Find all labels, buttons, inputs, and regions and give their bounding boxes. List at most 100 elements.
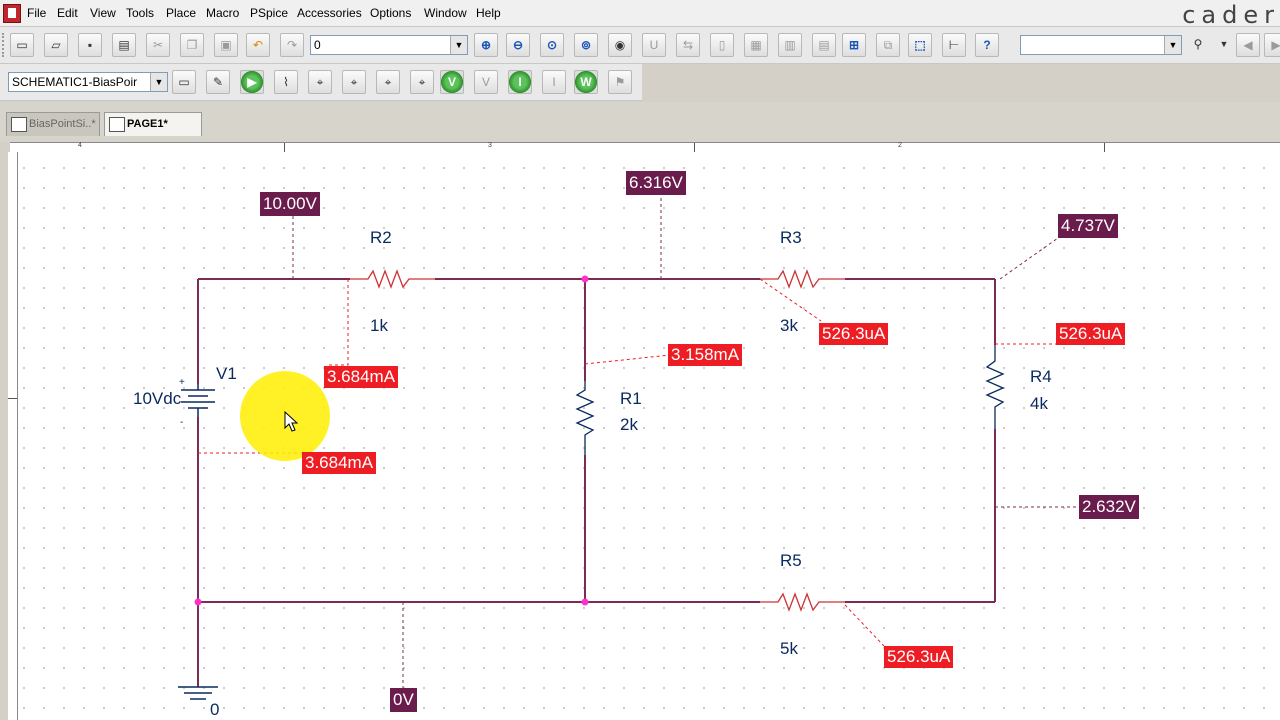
menu-tools[interactable]: Tools <box>126 6 154 20</box>
bias-voltage-display-icon[interactable]: V <box>440 70 464 94</box>
menu-options[interactable]: Options <box>370 6 411 20</box>
current-probe-r4[interactable]: 526.3uA <box>1056 323 1126 345</box>
menu-help[interactable]: Help <box>476 6 501 20</box>
voltage-probe-r4-top[interactable]: 4.737V <box>1058 214 1118 238</box>
r3-value[interactable]: 3k <box>780 316 798 336</box>
current-probe-r1[interactable]: 3.158mA <box>668 344 743 366</box>
back-annotate-icon[interactable]: ⇆ <box>676 33 700 57</box>
r1-reference[interactable]: R1 <box>620 389 642 409</box>
schematic-drawing[interactable] <box>18 153 1280 720</box>
netlist-icon[interactable]: ▦ <box>744 33 768 57</box>
edit-profile-icon[interactable]: ✎ <box>206 70 230 94</box>
app-icon[interactable] <box>3 4 21 23</box>
find-combo[interactable]: ▼ <box>1020 35 1182 55</box>
current-probe-r3[interactable]: 526.3uA <box>819 323 889 345</box>
resistor-r4-symbol[interactable] <box>985 345 1005 429</box>
zoom-out-icon[interactable]: ⊖ <box>506 33 530 57</box>
new-document-icon[interactable]: ▭ <box>10 33 34 57</box>
voltage-probe-mid[interactable]: 6.316V <box>626 171 686 195</box>
r2-value[interactable]: 1k <box>370 316 388 336</box>
area-select-icon[interactable]: ⧉ <box>876 33 900 57</box>
nav-forward-icon[interactable]: ▶ <box>1264 33 1280 57</box>
menu-view[interactable]: View <box>90 6 116 20</box>
resistor-r1-symbol[interactable] <box>575 381 595 455</box>
menu-place[interactable]: Place <box>166 6 196 20</box>
menu-edit[interactable]: Edit <box>57 6 78 20</box>
view-results-icon[interactable]: ⌇ <box>274 70 298 94</box>
v1-reference[interactable]: V1 <box>216 364 237 384</box>
hierarchy-icon[interactable]: ⊢ <box>942 33 966 57</box>
current-marker-icon[interactable]: ⌖ <box>376 70 400 94</box>
voltage-probe-ground[interactable]: 0V <box>390 688 417 712</box>
drag-connected-icon[interactable]: ⬚ <box>908 33 932 57</box>
r5-reference[interactable]: R5 <box>780 551 802 571</box>
bill-of-materials-icon[interactable]: ▤ <box>812 33 836 57</box>
current-probe-v1[interactable]: 3.684mA <box>302 452 377 474</box>
zoom-area-icon[interactable]: ⊙ <box>540 33 564 57</box>
v1-value[interactable]: 10Vdc <box>133 389 181 409</box>
cut-icon[interactable]: ✂ <box>146 33 170 57</box>
current-toggle-icon[interactable]: I <box>542 70 566 94</box>
undo-icon[interactable]: ↶ <box>246 33 270 57</box>
ground-label[interactable]: 0 <box>210 700 219 720</box>
voltage-probe-source[interactable]: 10.00V <box>260 192 320 216</box>
chevron-down-icon[interactable]: ▼ <box>1212 33 1236 57</box>
voltage-probe-r4-bottom[interactable]: 2.632V <box>1079 495 1139 519</box>
snap-grid-icon[interactable]: ⊞ <box>842 33 866 57</box>
r5-value[interactable]: 5k <box>780 639 798 659</box>
copy-icon[interactable]: ❐ <box>180 33 204 57</box>
r1-value[interactable]: 2k <box>620 415 638 435</box>
ruler-tick <box>8 398 17 399</box>
resistor-r2-symbol[interactable] <box>350 269 435 289</box>
r2-reference[interactable]: R2 <box>370 228 392 248</box>
drc-icon[interactable]: ▯ <box>710 33 734 57</box>
resistor-r3-symbol[interactable] <box>760 269 845 289</box>
power-toggle-icon[interactable]: ⚑ <box>608 70 632 94</box>
menu-file[interactable]: File <box>27 6 46 20</box>
chevron-down-icon[interactable]: ▼ <box>450 36 467 54</box>
annotate-icon[interactable]: U <box>642 33 666 57</box>
voltage-toggle-icon[interactable]: V <box>474 70 498 94</box>
menu-macro[interactable]: Macro <box>206 6 239 20</box>
simulation-profile-combo[interactable]: SCHEMATIC1-BiasPoir ▼ <box>8 72 168 92</box>
r3-reference[interactable]: R3 <box>780 228 802 248</box>
r4-value[interactable]: 4k <box>1030 394 1048 414</box>
chevron-down-icon[interactable]: ▼ <box>1164 36 1181 54</box>
redo-icon[interactable]: ↷ <box>280 33 304 57</box>
v1-minus-sign: - <box>180 417 184 428</box>
part-search-combo[interactable]: 0 ▼ <box>310 35 468 55</box>
menu-window[interactable]: Window <box>424 6 467 20</box>
chevron-down-icon[interactable]: ▼ <box>150 73 167 91</box>
paste-icon[interactable]: ▣ <box>214 33 238 57</box>
binoculars-icon[interactable]: ⚲ <box>1186 33 1210 57</box>
resistor-r5-symbol[interactable] <box>760 592 845 612</box>
nav-back-icon[interactable]: ◀ <box>1236 33 1260 57</box>
battery-v1-symbol[interactable] <box>181 384 215 417</box>
current-probe-r2[interactable]: 3.684mA <box>324 366 399 388</box>
zoom-in-icon[interactable]: ⊕ <box>474 33 498 57</box>
print-icon[interactable]: ▤ <box>112 33 136 57</box>
r4-reference[interactable]: R4 <box>1030 367 1052 387</box>
bias-current-display-icon[interactable]: I <box>508 70 532 94</box>
menu-accessories[interactable]: Accessories <box>297 6 362 20</box>
voltage-diff-marker-icon[interactable]: ⌖ <box>342 70 366 94</box>
open-folder-icon[interactable]: ▱ <box>44 33 68 57</box>
eye-icon[interactable]: ◉ <box>608 33 632 57</box>
zoom-fit-icon[interactable]: ⊚ <box>574 33 598 57</box>
tab-bias-point-project[interactable]: BiasPointSi..* <box>6 112 100 136</box>
new-profile-icon[interactable]: ▭ <box>172 70 196 94</box>
schematic-canvas[interactable]: R2 1k R3 3k R1 2k R4 4k R5 5k V1 10Vdc +… <box>18 153 1280 720</box>
power-marker-icon[interactable]: ⌖ <box>410 70 434 94</box>
menu-pspice[interactable]: PSpice <box>250 6 288 20</box>
ground-symbol[interactable] <box>178 686 218 700</box>
cross-reference-icon[interactable]: ▥ <box>778 33 802 57</box>
voltage-marker-icon[interactable]: ⌖ <box>308 70 332 94</box>
run-simulation-icon[interactable]: ▶ <box>240 70 264 94</box>
bias-power-display-icon[interactable]: W <box>574 70 598 94</box>
tab-page1[interactable]: PAGE1* <box>104 112 202 136</box>
left-ruler <box>8 152 18 720</box>
help-icon[interactable]: ? <box>975 33 999 57</box>
current-probe-r5[interactable]: 526.3uA <box>884 646 954 668</box>
toolbar-grip[interactable] <box>2 33 8 57</box>
save-icon[interactable]: ▪ <box>78 33 102 57</box>
